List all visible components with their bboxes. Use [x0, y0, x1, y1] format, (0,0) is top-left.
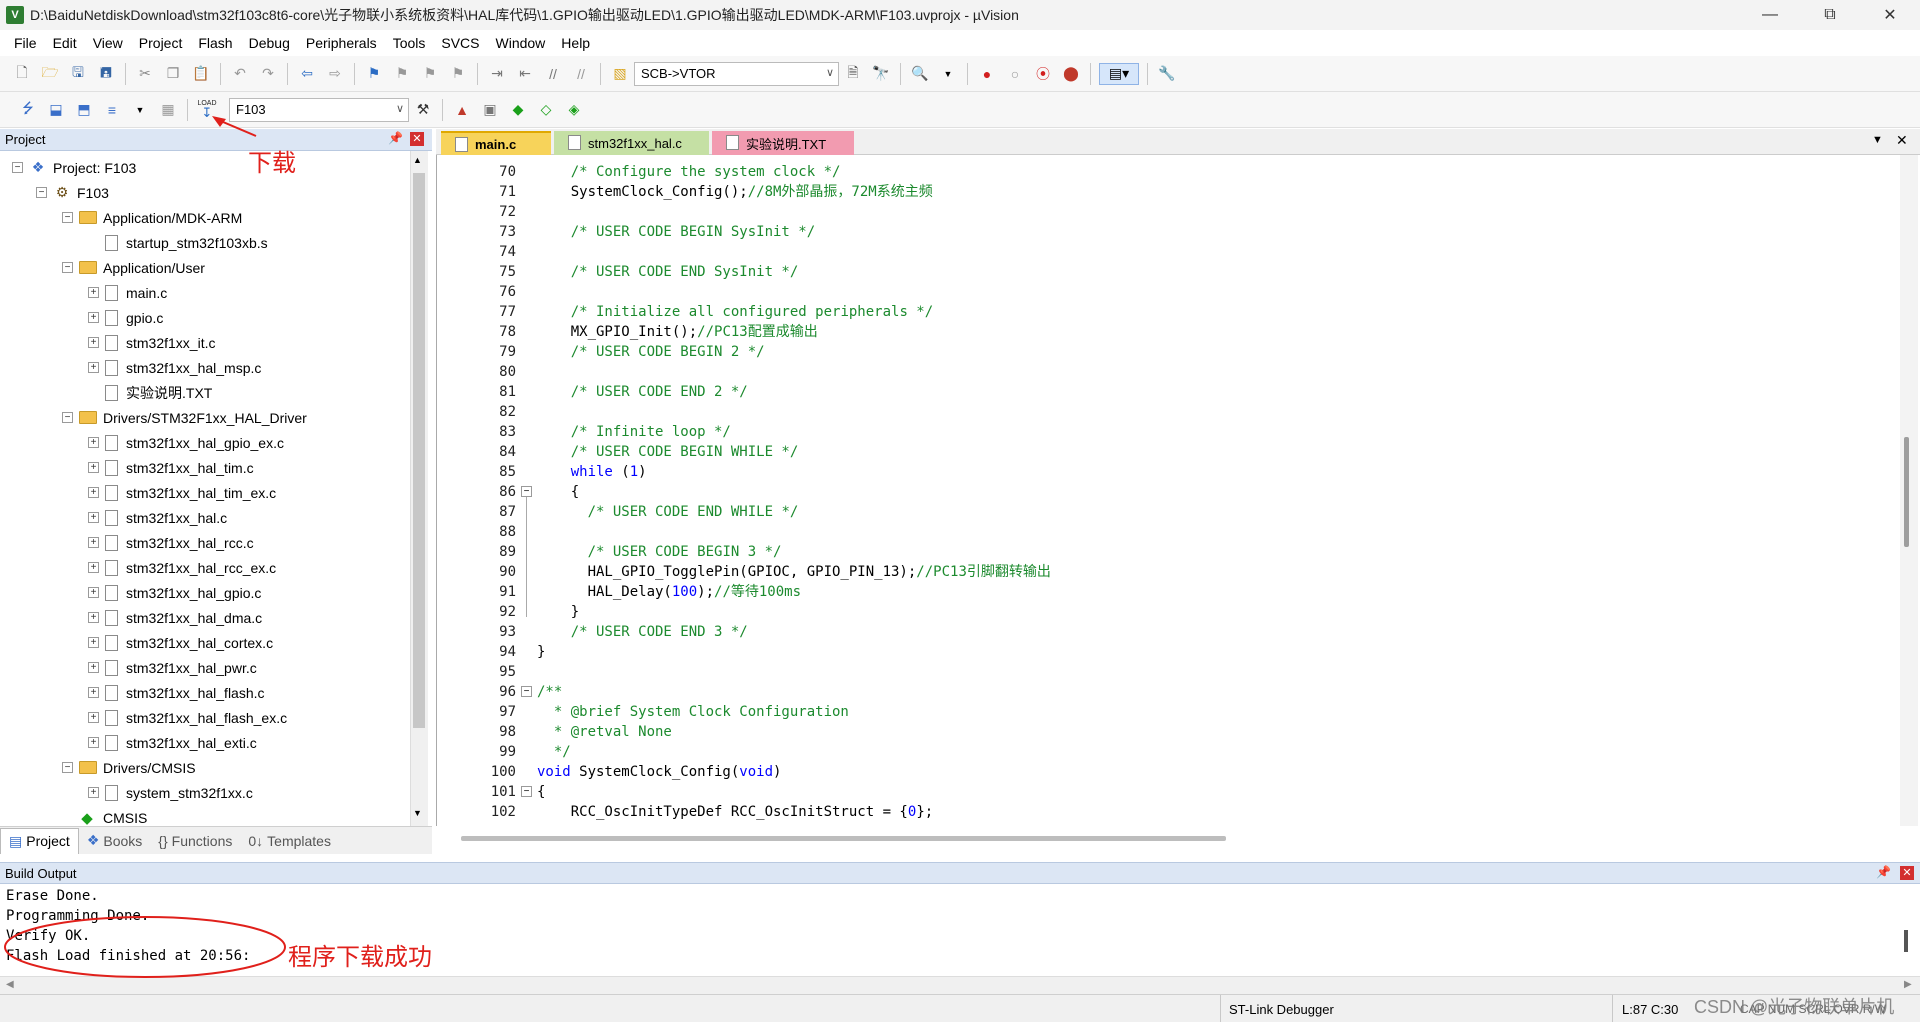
annotation-ellipse [4, 916, 286, 978]
annotation-success-label: 程序下载成功 [288, 943, 432, 971]
annotation-download-label: 下载 [248, 149, 296, 177]
annotation-arrow-head [212, 116, 226, 127]
